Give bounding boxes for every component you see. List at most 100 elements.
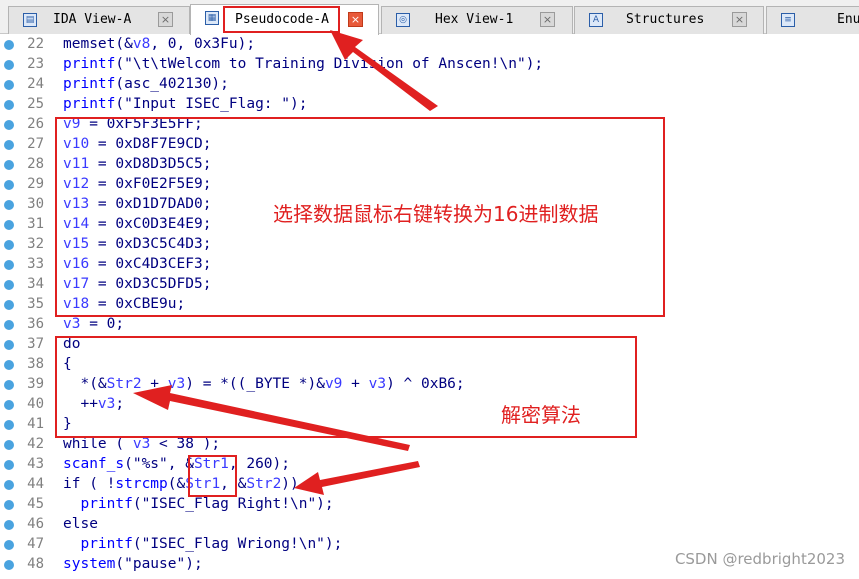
breakpoint-dot-icon[interactable] [4,360,14,370]
code-text[interactable]: memset(&v8, 0, 0x3Fu); [63,36,255,52]
breakpoint-dot-icon[interactable] [4,140,14,150]
function-name[interactable]: printf [63,96,115,112]
code-token[interactable]: memset(& [63,36,133,52]
pseudocode-icon: ▦ [205,11,219,25]
code-text[interactable]: system("pause"); [63,556,203,572]
code-token[interactable]: = 0; [80,316,124,332]
code-line[interactable]: 43 scanf_s("%s", &Str1, 260); [0,455,859,475]
breakpoint-dot-icon[interactable] [4,80,14,90]
code-token[interactable]: ("Input ISEC_Flag: "); [115,96,307,112]
code-token[interactable]: (& [168,476,185,492]
line-number: 45 [27,496,44,512]
line-number: 44 [27,476,44,492]
breakpoint-dot-icon[interactable] [4,160,14,170]
code-token[interactable]: )) [281,476,298,492]
breakpoint-dot-icon[interactable] [4,240,14,250]
breakpoint-dot-icon[interactable] [4,180,14,190]
breakpoint-dot-icon[interactable] [4,400,14,410]
code-line[interactable]: 46 else [0,515,859,535]
code-token[interactable] [63,496,80,512]
code-token[interactable]: ("\t\tWelcom to Training Division of Ans… [115,56,543,72]
variable-name[interactable]: v8 [133,36,150,52]
line-number: 38 [27,356,44,372]
function-name[interactable]: printf [63,56,115,72]
code-line[interactable]: 36 v3 = 0; [0,315,859,335]
line-number: 36 [27,316,44,332]
breakpoint-dot-icon[interactable] [4,300,14,310]
annotation-convert-hex: 选择数据鼠标右键转换为16进制数据 [273,202,599,226]
code-line[interactable]: 44 if ( !strcmp(&Str1, &Str2)) [0,475,859,495]
function-name[interactable]: scanf_s [63,456,124,472]
breakpoint-dot-icon[interactable] [4,520,14,530]
code-line[interactable]: 45 printf("ISEC_Flag Right!\n"); [0,495,859,515]
code-token[interactable]: , 0, 0x3Fu); [150,36,255,52]
code-token[interactable]: ("ISEC_Flag Right!\n"); [133,496,334,512]
breakpoint-dot-icon[interactable] [4,340,14,350]
code-text[interactable]: v3 = 0; [63,316,124,332]
breakpoint-dot-icon[interactable] [4,480,14,490]
code-text[interactable]: printf(asc_402130); [63,76,229,92]
code-token[interactable]: , 260); [229,456,290,472]
close-icon[interactable]: × [540,12,555,27]
annotation-decrypt: 解密算法 [501,403,581,427]
close-icon[interactable]: × [732,12,747,27]
line-number: 23 [27,56,44,72]
function-name[interactable]: printf [80,496,132,512]
function-name[interactable]: system [63,556,115,572]
code-text[interactable]: printf("Input ISEC_Flag: "); [63,96,307,112]
code-line[interactable]: 24 printf(asc_402130); [0,75,859,95]
code-text[interactable]: scanf_s("%s", &Str1, 260); [63,456,290,472]
breakpoint-dot-icon[interactable] [4,60,14,70]
tab-ida-view-a[interactable]: ▤ IDA View-A × [8,6,190,34]
line-number: 46 [27,516,44,532]
line-number: 48 [27,556,44,572]
breakpoint-dot-icon[interactable] [4,560,14,570]
variable-name[interactable]: Str2 [246,476,281,492]
code-token[interactable]: ("ISEC_Flag Wriong!\n"); [133,536,343,552]
code-text[interactable]: while ( v3 < 38 ); [63,436,220,452]
breakpoint-dot-icon[interactable] [4,120,14,130]
close-icon[interactable]: × [158,12,173,27]
code-token[interactable]: ("pause"); [115,556,202,572]
breakpoint-dot-icon[interactable] [4,380,14,390]
code-token[interactable]: else [63,516,98,532]
variable-name[interactable]: v3 [133,436,150,452]
function-name[interactable]: strcmp [115,476,167,492]
code-token[interactable]: ("%s", & [124,456,194,472]
function-name[interactable]: printf [63,76,115,92]
code-text[interactable]: printf("ISEC_Flag Wriong!\n"); [63,536,342,552]
breakpoint-dot-icon[interactable] [4,220,14,230]
breakpoint-dot-icon[interactable] [4,540,14,550]
breakpoint-dot-icon[interactable] [4,460,14,470]
tab-hex-view-1[interactable]: ◎ Hex View-1 × [381,6,573,34]
breakpoint-dot-icon[interactable] [4,280,14,290]
code-token[interactable]: (asc_402130); [115,76,229,92]
variable-name[interactable]: v3 [63,316,80,332]
code-token[interactable]: while ( [63,436,133,452]
tab-enums[interactable]: ≡ Enu [766,6,859,34]
close-icon[interactable]: × [348,12,363,27]
breakpoint-dot-icon[interactable] [4,500,14,510]
code-line[interactable]: 25 printf("Input ISEC_Flag: "); [0,95,859,115]
breakpoint-dot-icon[interactable] [4,100,14,110]
breakpoint-dot-icon[interactable] [4,420,14,430]
breakpoint-dot-icon[interactable] [4,320,14,330]
code-text[interactable]: printf("ISEC_Flag Right!\n"); [63,496,334,512]
code-line[interactable]: 22 memset(&v8, 0, 0x3Fu); [0,35,859,55]
code-line[interactable]: 23 printf("\t\tWelcom to Training Divisio… [0,55,859,75]
tab-structures[interactable]: A Structures × [574,6,764,34]
line-number: 22 [27,36,44,52]
code-token[interactable] [63,536,80,552]
breakpoint-dot-icon[interactable] [4,440,14,450]
breakpoint-dot-icon[interactable] [4,40,14,50]
code-text[interactable]: else [63,516,98,532]
code-text[interactable]: if ( !strcmp(&Str1, &Str2)) [63,476,299,492]
function-name[interactable]: printf [80,536,132,552]
code-token[interactable]: < 38 ); [150,436,220,452]
breakpoint-dot-icon[interactable] [4,260,14,270]
code-line[interactable]: 42 while ( v3 < 38 ); [0,435,859,455]
breakpoint-dot-icon[interactable] [4,200,14,210]
code-token[interactable]: if ( ! [63,476,115,492]
line-number: 27 [27,136,44,152]
code-text[interactable]: printf("\t\tWelcom to Training Division … [63,56,543,72]
